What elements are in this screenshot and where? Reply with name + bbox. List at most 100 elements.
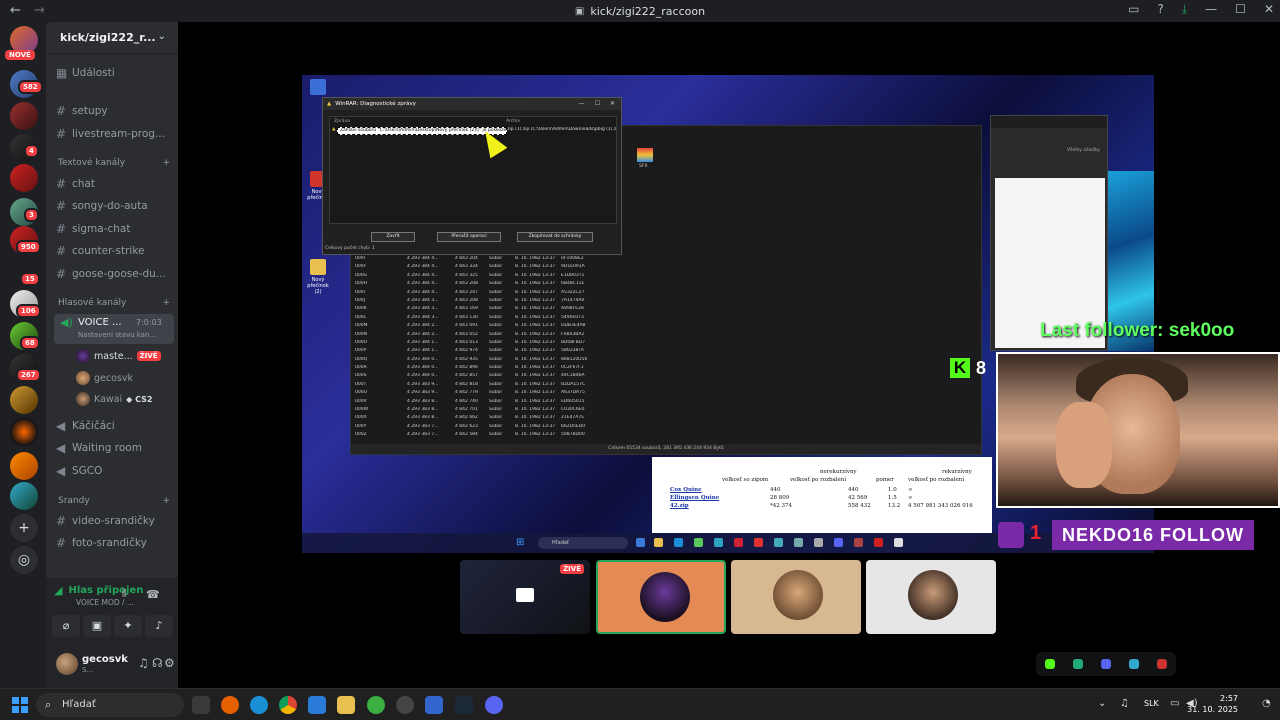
back-arrow-icon[interactable]: ← [10, 3, 21, 18]
edge-icon[interactable] [250, 696, 268, 714]
maximize-icon[interactable]: ☐ [595, 100, 600, 107]
participant-tile[interactable] [596, 560, 726, 634]
category-voice[interactable]: Hlasové kanály + [58, 298, 170, 308]
table-row[interactable]: 000Q 4 293 384 0... 4 842 935 Súbor 8. 10. 1… [355, 357, 615, 365]
store-icon[interactable] [308, 696, 326, 714]
table-row[interactable]: 000Z 4 293 383 7... 4 842 584 Súbor 8. 10. 1… [355, 432, 615, 440]
avatar[interactable] [56, 653, 78, 675]
voice-channel[interactable]: ◀ SGCO [56, 461, 172, 481]
xbox-icon[interactable] [367, 696, 385, 714]
channel-video[interactable]: # video-srandičky [56, 511, 172, 531]
channel-sigma[interactable]: # sigma-chat [56, 219, 172, 239]
add-channel-icon[interactable]: + [162, 158, 170, 168]
add-channel-icon[interactable]: + [162, 298, 170, 308]
minimize-icon[interactable]: — [579, 100, 585, 107]
steam-icon[interactable] [455, 696, 473, 714]
network-icon[interactable]: ▭ [1170, 698, 1179, 709]
server-icon[interactable] [10, 482, 38, 510]
close-icon[interactable]: ✕ [1264, 2, 1274, 17]
app-icon[interactable] [1073, 659, 1083, 669]
language-indicator[interactable]: SLK [1144, 699, 1159, 708]
table-row[interactable]: 000Y 4 293 383 7... 4 842 623 Súbor 8. 10. 1… [355, 424, 615, 432]
events-item[interactable]: ▦ Události [56, 63, 172, 83]
notifications-icon[interactable]: ◔ [1262, 698, 1271, 709]
microphone-icon[interactable]: ♫ [1120, 698, 1129, 709]
participant-tile[interactable] [866, 560, 996, 634]
voice-channel-active[interactable]: ◀) VOICE ... 7:0:03 Nastaveni stavu kan.… [54, 314, 174, 344]
server-icon[interactable] [10, 386, 38, 414]
minimize-icon[interactable]: — [1205, 2, 1217, 17]
category-text[interactable]: Textové kanály + [58, 158, 170, 168]
voice-channel[interactable]: ◀ Káčičáci [56, 416, 172, 436]
list-item[interactable]: ▲ Záhlaví souboru "C:\Users\Admin\Deskto… [332, 127, 616, 135]
app-icon[interactable] [1157, 659, 1167, 669]
table-row[interactable]: 000H 4 293 384 4... 4 843 208 Súbor 8. 10. 1… [355, 281, 615, 289]
app-icon[interactable] [1129, 659, 1139, 669]
stop-operation-button[interactable]: Přerušit operaci [437, 232, 501, 242]
maximize-icon[interactable]: ☐ [1235, 2, 1246, 17]
close-button[interactable]: Zavřít [371, 232, 415, 242]
soundboard-button[interactable]: ♪ [145, 615, 173, 637]
table-row[interactable]: 000I 4 293 384 4... 4 843 247 Súbor 8. 10. 1… [355, 290, 615, 298]
participant-tile[interactable] [731, 560, 861, 634]
table-row[interactable]: 000R 4 293 384 0... 4 842 896 Súbor 8. 10. 1… [355, 365, 615, 373]
server-icon[interactable] [10, 102, 38, 130]
camera-off-button[interactable]: ⌀ [52, 615, 80, 637]
taskbar-search[interactable]: ⌕ Hľadať [36, 693, 184, 717]
table-row[interactable]: 000G 4 293 384 4... 4 843 325 Súbor 8. 10. 1… [355, 273, 615, 281]
app-icon[interactable] [1045, 659, 1055, 669]
microphone-icon[interactable]: ♫ [138, 656, 149, 670]
add-channel-icon[interactable]: + [162, 496, 170, 506]
table-row[interactable]: 000S 4 293 384 0... 4 842 857 Súbor 8. 10. 1… [355, 373, 615, 381]
table-row[interactable]: 000V 4 293 383 8... 4 842 740 Súbor 8. 10. 1… [355, 399, 615, 407]
table-row[interactable]: 000O 4 293 384 1... 4 843 013 Súbor 8. 10. 1… [355, 340, 615, 348]
add-server-icon[interactable]: + [10, 514, 38, 542]
file-explorer-icon[interactable] [337, 696, 355, 714]
voice-user[interactable]: maste... ŽIVĚ [76, 347, 161, 365]
server-icon[interactable] [10, 452, 38, 480]
chevron-up-icon[interactable]: ⌄ [1098, 698, 1106, 709]
headphones-icon[interactable]: ☊ [152, 656, 163, 670]
table-row[interactable]: 000M 4 293 384 2... 4 843 091 Súbor 8. 10. 1… [355, 323, 615, 331]
table-row[interactable]: 000J 4 293 384 3... 4 843 208 Súbor 8. 10. 1… [355, 298, 615, 306]
table-row[interactable]: 000N 4 293 384 2... 4 843 052 Súbor 8. 10. 1… [355, 332, 615, 340]
windows-start-icon[interactable] [12, 697, 28, 713]
table-row[interactable]: 000L 4 293 384 3... 4 843 130 Súbor 8. 10. 1… [355, 315, 615, 323]
paper-row-name[interactable]: Cox Quine [670, 487, 702, 493]
server-icon[interactable] [10, 418, 38, 446]
channel-goose[interactable]: # goose-goose-du... [56, 264, 172, 284]
firefox-icon[interactable] [221, 696, 239, 714]
notes-icon[interactable] [425, 696, 443, 714]
gear-icon[interactable]: ⚙ [164, 656, 175, 670]
table-row[interactable]: 000I 4 293 384 4... 4 843 204 Súbor 8. 10. 1… [355, 256, 615, 264]
table-row[interactable]: 000W 4 293 383 8... 4 842 701 Súbor 8. 10. 1… [355, 407, 615, 415]
screen-share-button[interactable]: ▣ [83, 615, 111, 637]
category-srandy[interactable]: Srandy + [58, 496, 170, 506]
table-row[interactable]: 000T 4 293 383 9... 4 842 818 Súbor 8. 10. 1… [355, 382, 615, 390]
noise-suppression-icon[interactable]: ⫴ [122, 589, 126, 600]
close-icon[interactable]: ✕ [610, 100, 615, 107]
table-row[interactable]: 000K 4 293 384 3... 4 843 169 Súbor 8. 10. 1… [355, 306, 615, 314]
participant-tile[interactable]: ŽIVĚ [460, 560, 590, 634]
paper-row-name[interactable]: 42.zip [670, 503, 689, 509]
table-row[interactable]: 000X 4 293 383 8... 4 842 662 Súbor 8. 10. 1… [355, 415, 615, 423]
voice-user[interactable]: gecosvk [76, 369, 133, 387]
clock[interactable]: 2:57 31. 10. 2025 [1187, 693, 1238, 715]
server-header[interactable]: kick/zigi222_r... ⌄ [46, 22, 178, 54]
copy-button[interactable]: Zkopírovat do schránky [517, 232, 593, 242]
app-icon[interactable] [396, 696, 414, 714]
app-icon[interactable] [1101, 659, 1111, 669]
widgets-icon[interactable] [192, 696, 210, 714]
channel-cs[interactable]: # counter-strike [56, 241, 172, 261]
channel-chat[interactable]: # chat [56, 174, 172, 194]
chrome-icon[interactable] [279, 696, 297, 714]
forward-arrow-icon[interactable]: → [34, 3, 45, 18]
channel-setupy[interactable]: # setupy [56, 101, 172, 121]
disconnect-icon[interactable]: ☎ [146, 588, 160, 601]
channel-songy[interactable]: # songy-do-auta [56, 196, 172, 216]
discover-icon[interactable]: ◎ [10, 546, 38, 574]
paper-row-name[interactable]: Ellingsen Quine [670, 495, 719, 501]
server-icon[interactable] [10, 164, 38, 192]
discord-icon[interactable] [485, 696, 503, 714]
inbox-icon[interactable]: ▭ [1128, 2, 1139, 17]
